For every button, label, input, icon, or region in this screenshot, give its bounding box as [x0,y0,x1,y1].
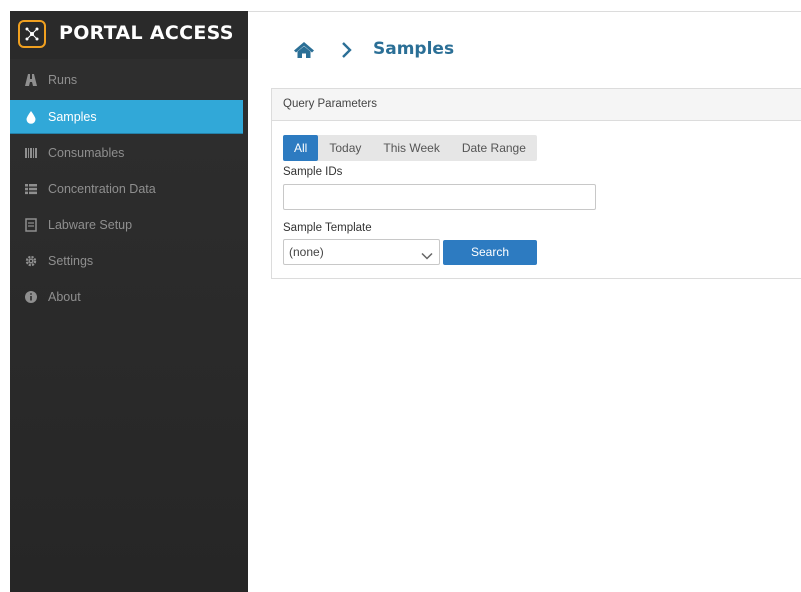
network-icon [18,20,46,48]
date-filter-tabs: All Today This Week Date Range [283,135,537,161]
sidebar-item-label: Settings [48,253,94,268]
sample-template-label: Sample Template [283,222,372,234]
sidebar-item-label: Labware Setup [48,217,133,232]
page-title: Samples [373,39,455,59]
sample-ids-label: Sample IDs [283,166,343,178]
sidebar: PORTAL ACCESS Runs Samples Consumables C… [10,11,248,592]
sidebar-item-concentration-data[interactable]: Concentration Data [10,172,243,205]
sidebar-item-label: Samples [48,109,97,124]
sidebar-item-settings[interactable]: Settings [10,244,243,277]
panel-heading: Query Parameters [272,89,801,121]
home-icon[interactable] [293,40,315,65]
sidebar-item-label: Runs [48,72,78,87]
barcode-icon [24,146,38,160]
list-icon [24,182,38,196]
tab-this-week[interactable]: This Week [372,135,450,161]
sidebar-item-label: About [48,289,81,304]
chevron-down-icon [421,246,433,270]
sidebar-item-label: Consumables [48,145,125,160]
query-panel: Query Parameters All Today This Week Dat… [271,88,801,279]
road-icon [24,73,38,87]
sidebar-item-runs[interactable]: Runs [10,63,243,96]
brand-header: PORTAL ACCESS [10,11,248,59]
sidebar-item-consumables[interactable]: Consumables [10,136,243,169]
info-icon [24,290,38,304]
chevron-right-icon [340,40,354,65]
sample-template-select[interactable]: (none) [283,239,440,265]
sidebar-item-label: Concentration Data [48,181,156,196]
document-icon [24,217,38,232]
sidebar-item-samples[interactable]: Samples [10,100,243,134]
droplet-icon [24,110,38,124]
main-content: Samples Query Parameters All Today This … [248,12,801,592]
search-button[interactable]: Search [443,240,537,265]
sample-ids-input[interactable] [283,184,596,210]
sample-template-value: (none) [289,245,324,259]
tab-date-range[interactable]: Date Range [451,135,537,161]
sidebar-item-about[interactable]: About [10,280,243,313]
sidebar-item-labware-setup[interactable]: Labware Setup [10,208,243,241]
gear-icon [24,254,38,268]
brand-title: PORTAL ACCESS [59,22,234,44]
tab-all[interactable]: All [283,135,319,161]
tab-today[interactable]: Today [318,135,372,161]
